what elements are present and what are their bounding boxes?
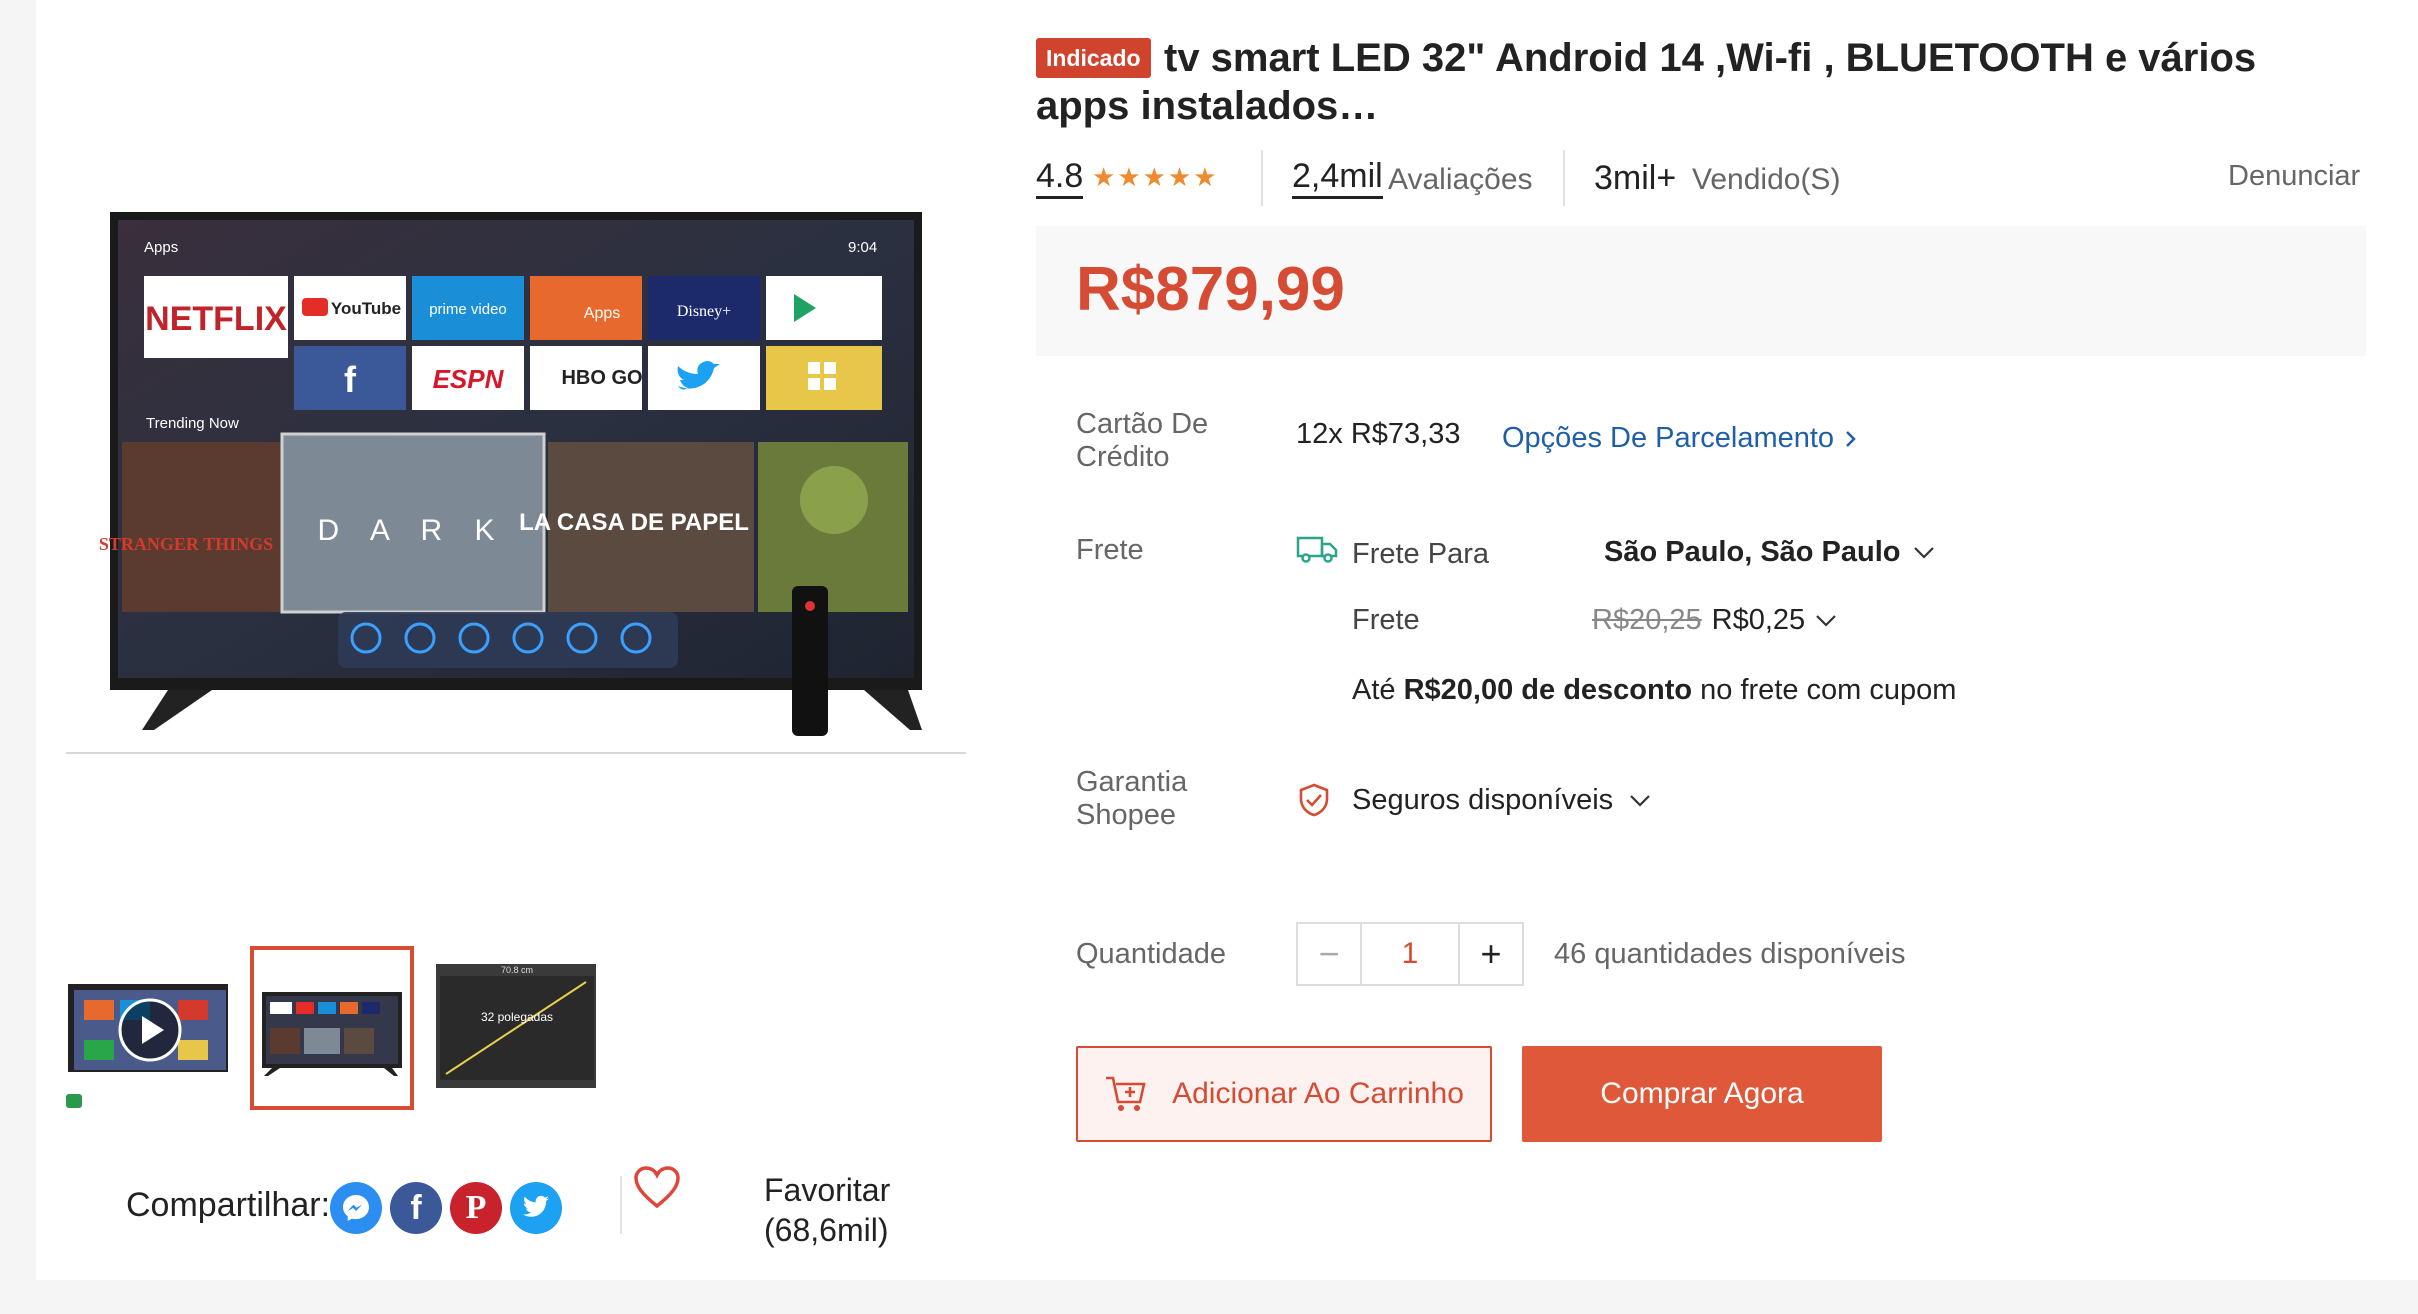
quantity-label: Quantidade <box>1076 938 1226 970</box>
add-to-cart-label: Adicionar Ao Carrinho <box>1172 1077 1464 1110</box>
reviews-label: Avaliações <box>1388 163 1533 196</box>
tile-facebook: f <box>344 359 357 400</box>
report-link[interactable]: Denunciar <box>2228 160 2360 193</box>
installments-text: 12x R$73,33 <box>1296 418 1461 450</box>
quantity-increase-button[interactable]: + <box>1460 924 1522 984</box>
messenger-icon[interactable] <box>330 1182 382 1234</box>
tile-hbo: HBO GO <box>561 367 642 389</box>
cart-plus-icon <box>1106 1076 1146 1111</box>
thumbnail-tv-front[interactable] <box>250 946 414 1110</box>
share-divider <box>620 1176 622 1234</box>
product-title: tv smart LED 32" Android 14 ,Wi-fi , BLU… <box>1036 36 2257 128</box>
tv-trending-label: Trending Now <box>146 415 239 432</box>
tile-disney: Disney+ <box>677 303 731 320</box>
recommended-badge: Indicado <box>1036 38 1151 78</box>
chevron-right-icon <box>1846 430 1856 447</box>
tv-illustration: Apps 9:04 NETFLIX YouTube prime video Ap… <box>99 212 922 736</box>
tile-prime: prime video <box>429 301 507 318</box>
quantity-decrease-button[interactable]: − <box>1298 924 1360 984</box>
shipping-new-price: R$0,25 <box>1711 604 1806 636</box>
discount-amount: R$20,00 de desconto <box>1403 674 1693 706</box>
shipping-destination-select[interactable]: São Paulo, São Paulo <box>1604 536 1935 569</box>
tile-netflix: NETFLIX <box>145 300 287 338</box>
product-price: R$879,99 <box>1076 255 1345 324</box>
quantity-available: 46 quantidades disponíveis <box>1554 938 1906 970</box>
shipping-to-label: Frete Para <box>1352 538 1489 570</box>
thumb-dimension-label: 32 polegadas <box>480 1010 554 1024</box>
favorite-count: (68,6mil) <box>764 1212 889 1248</box>
sold-label: Vendido(S) <box>1692 163 1841 196</box>
shipping-destination: São Paulo, São Paulo <box>1604 536 1901 568</box>
favorite-button[interactable]: Favoritar (68,6mil) <box>764 1170 890 1250</box>
favorite-label: Favoritar <box>764 1172 891 1208</box>
rating-value[interactable]: 4.8 <box>1036 156 1084 199</box>
thumbnail-video[interactable] <box>66 982 230 1074</box>
chevron-down-icon <box>1630 794 1650 807</box>
tile-youtube: YouTube <box>331 299 401 318</box>
installment-options-link[interactable]: Opções De Parcelamento <box>1502 422 1858 455</box>
pinterest-icon[interactable]: P <box>450 1182 502 1234</box>
shield-icon <box>1296 782 1332 818</box>
shipping-cost-select[interactable]: R$20,25 R$0,25 <box>1592 604 1837 637</box>
sold-separator <box>1563 150 1565 206</box>
show-la-casa: LA CASA DE PAPEL <box>519 509 749 536</box>
chevron-down-icon <box>1816 614 1836 627</box>
thumbnail-tv-dimensions[interactable]: 70.8 cm 32 polegadas <box>432 958 598 1096</box>
installment-options-label: Opções De Parcelamento <box>1502 422 1835 454</box>
tile-apps: Apps <box>584 305 620 322</box>
main-product-image[interactable]: Apps 9:04 NETFLIX YouTube prime video Ap… <box>66 30 966 754</box>
reviews-count[interactable]: 2,4mil <box>1292 156 1383 199</box>
warranty-value: Seguros disponíveis <box>1352 784 1614 816</box>
chevron-down-icon <box>1913 546 1934 559</box>
tv-apps-label: Apps <box>144 239 178 256</box>
rating-stars: ★★★★★ <box>1092 162 1219 192</box>
buy-now-button[interactable]: Comprar Agora <box>1522 1046 1882 1142</box>
thumb-dimension-width: 70.8 cm <box>501 965 533 975</box>
warranty-select[interactable]: Seguros disponíveis <box>1352 784 1651 817</box>
heart-icon[interactable] <box>632 1164 682 1210</box>
quantity-input[interactable]: 1 <box>1360 924 1460 984</box>
facebook-icon[interactable]: f <box>390 1182 442 1234</box>
payment-label: Cartão De Crédito <box>1076 408 1209 473</box>
shipping-label: Frete <box>1076 534 1144 566</box>
tv-clock: 9:04 <box>848 239 877 256</box>
quantity-stepper: − 1 + <box>1296 922 1524 986</box>
shipping-discount-text: Até R$20,00 de desconto no frete com cup… <box>1352 674 1956 707</box>
truck-icon <box>1296 534 1338 564</box>
rating-separator <box>1261 150 1263 206</box>
twitter-icon[interactable] <box>510 1182 562 1234</box>
discount-prefix: Até <box>1352 674 1396 706</box>
warranty-label: Garantia Shopee <box>1076 766 1188 831</box>
sold-count: 3mil+ <box>1594 159 1677 197</box>
tile-espn: ESPN <box>433 364 505 394</box>
shipping-old-price: R$20,25 <box>1592 604 1702 636</box>
discount-suffix: no frete com cupom <box>1700 674 1957 706</box>
share-label: Compartilhar: <box>126 1186 331 1224</box>
show-dark: D A R K <box>317 514 506 547</box>
show-stranger-things: STRANGER THINGS <box>99 534 273 554</box>
video-indicator-icon <box>66 1094 82 1108</box>
shipping-cost-label: Frete <box>1352 604 1420 636</box>
add-to-cart-button[interactable]: Adicionar Ao Carrinho <box>1076 1046 1492 1142</box>
